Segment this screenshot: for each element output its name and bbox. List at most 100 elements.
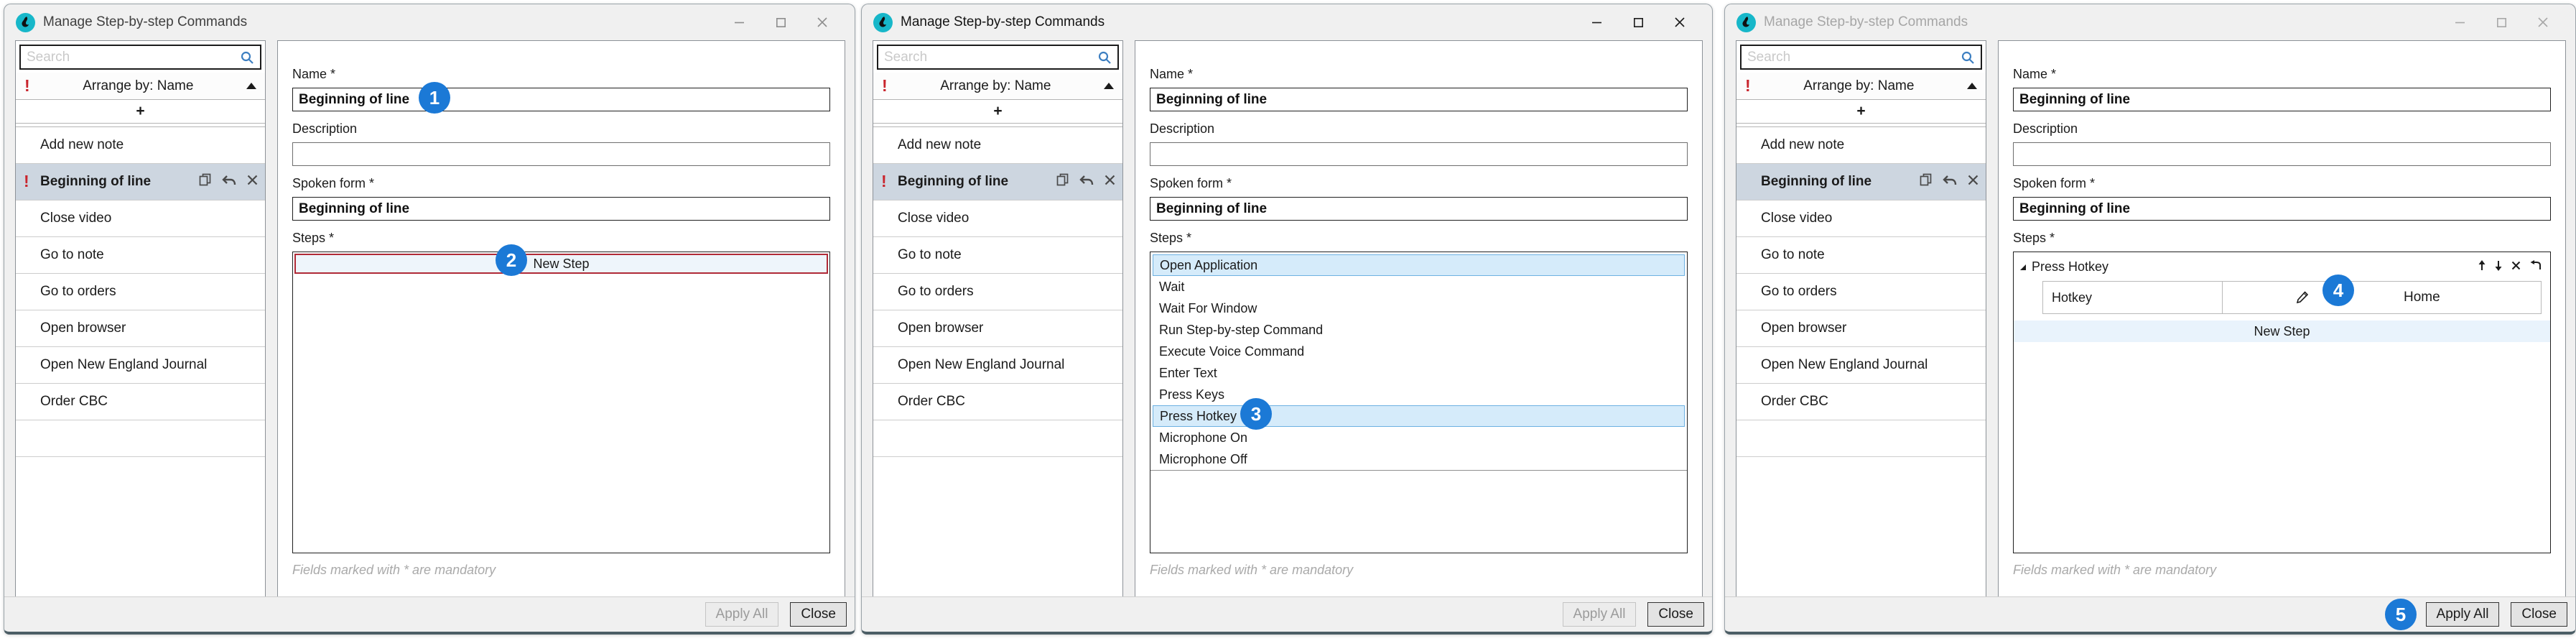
add-command-button[interactable]: + xyxy=(1736,100,1986,124)
delete-icon[interactable] xyxy=(1968,174,1979,190)
add-command-button[interactable]: + xyxy=(16,100,265,124)
name-field[interactable] xyxy=(1150,88,1688,111)
command-label: Order CBC xyxy=(898,394,1115,410)
copy-icon[interactable] xyxy=(1056,173,1069,190)
search-input[interactable] xyxy=(19,45,261,70)
close-icon[interactable] xyxy=(1659,9,1701,35)
apply-all-button[interactable]: Apply All xyxy=(2426,602,2500,627)
alert-icon: ! xyxy=(24,78,30,94)
maximize-icon[interactable] xyxy=(1617,9,1659,35)
move-up-icon[interactable] xyxy=(2478,260,2486,275)
search-input[interactable] xyxy=(1740,45,1982,70)
command-item-selected[interactable]: Beginning of line xyxy=(1736,164,1986,200)
command-item[interactable]: Go to note xyxy=(1736,237,1986,274)
command-label: Close video xyxy=(898,211,1115,226)
arrange-by-row[interactable]: ! Arrange by: Name xyxy=(16,73,265,100)
edit-pencil-icon[interactable] xyxy=(2294,290,2310,305)
spoken-form-field[interactable] xyxy=(292,197,830,221)
command-item[interactable]: Order CBC xyxy=(873,384,1122,420)
step-type-option[interactable]: Press Keys xyxy=(1153,384,1685,405)
step-type-option-press-hotkey[interactable]: Press Hotkey xyxy=(1153,405,1685,427)
maximize-icon[interactable] xyxy=(2480,9,2522,35)
command-item[interactable]: Close video xyxy=(1736,200,1986,237)
command-item[interactable]: Go to orders xyxy=(1736,274,1986,310)
window-title: Manage Step-by-step Commands xyxy=(1764,14,1968,30)
delete-icon[interactable] xyxy=(1105,174,1115,190)
step-type-option[interactable]: Execute Voice Command xyxy=(1153,341,1685,362)
name-field[interactable] xyxy=(292,88,830,111)
close-icon[interactable] xyxy=(801,9,843,35)
apply-all-button[interactable]: Apply All xyxy=(1563,602,1637,627)
command-item[interactable]: Close video xyxy=(873,200,1122,237)
command-item-selected[interactable]: ! Beginning of line xyxy=(16,164,265,200)
command-item[interactable]: Open browser xyxy=(873,310,1122,347)
description-field[interactable] xyxy=(2013,142,2551,166)
close-icon[interactable] xyxy=(2522,9,2564,35)
close-button[interactable]: Close xyxy=(1647,602,1704,627)
undo-step-icon[interactable] xyxy=(2530,260,2542,274)
minimize-icon[interactable] xyxy=(2439,9,2480,35)
expander-icon[interactable] xyxy=(2019,264,2027,271)
command-item[interactable]: Add new note xyxy=(873,127,1122,164)
minimize-icon[interactable] xyxy=(1576,9,1617,35)
close-button[interactable]: Close xyxy=(2511,602,2567,627)
command-item[interactable]: Open browser xyxy=(16,310,265,347)
arrange-by-row[interactable]: ! Arrange by: Name xyxy=(873,73,1122,100)
step-type-option[interactable]: Wait xyxy=(1153,276,1685,298)
command-item[interactable]: Open New England Journal xyxy=(1736,347,1986,384)
delete-icon[interactable] xyxy=(247,174,258,190)
step-type-option[interactable]: Run Step-by-step Command xyxy=(1153,319,1685,341)
command-item[interactable]: Close video xyxy=(16,200,265,237)
spoken-form-field[interactable] xyxy=(2013,197,2551,221)
command-item[interactable]: Order CBC xyxy=(16,384,265,420)
description-field[interactable] xyxy=(292,142,830,166)
apply-all-button[interactable]: Apply All xyxy=(705,602,779,627)
search-icon[interactable] xyxy=(1097,50,1112,68)
hotkey-field-value[interactable]: Home xyxy=(2223,282,2541,313)
command-item[interactable]: Add new note xyxy=(16,127,265,164)
search-input[interactable] xyxy=(877,45,1119,70)
apply-all-label: Apply All xyxy=(716,607,768,622)
command-item[interactable]: Order CBC xyxy=(1736,384,1986,420)
description-field[interactable] xyxy=(1150,142,1688,166)
command-item[interactable]: Go to orders xyxy=(873,274,1122,310)
copy-icon[interactable] xyxy=(1920,173,1932,190)
command-item[interactable]: Go to orders xyxy=(16,274,265,310)
step-type-option[interactable]: Enter Text xyxy=(1153,362,1685,384)
search-icon[interactable] xyxy=(1961,50,1975,68)
command-item[interactable]: Go to note xyxy=(873,237,1122,274)
search-icon[interactable] xyxy=(240,50,254,68)
list-divider xyxy=(1150,470,1687,471)
command-item[interactable]: Open New England Journal xyxy=(873,347,1122,384)
undo-icon[interactable] xyxy=(1943,174,1957,190)
name-field[interactable] xyxy=(2013,88,2551,111)
command-item[interactable]: Open browser xyxy=(1736,310,1986,347)
delete-step-icon[interactable] xyxy=(2511,261,2521,274)
undo-icon[interactable] xyxy=(1079,174,1094,190)
command-item[interactable]: Open New England Journal xyxy=(16,347,265,384)
command-label: Order CBC xyxy=(40,394,258,410)
new-step-row[interactable]: New Step xyxy=(294,254,828,274)
arrange-by-label: Arrange by: Name xyxy=(1751,78,1967,94)
copy-icon[interactable] xyxy=(199,173,211,190)
step-type-option[interactable]: Open Application xyxy=(1153,254,1685,276)
close-button[interactable]: Close xyxy=(790,602,847,627)
spoken-form-field[interactable] xyxy=(1150,197,1688,221)
command-item[interactable]: Go to note xyxy=(16,237,265,274)
commands-sidebar: ! Arrange by: Name + Add new note Beginn… xyxy=(1736,40,1986,597)
step-type-option[interactable]: Wait For Window xyxy=(1153,298,1685,319)
command-item[interactable]: Add new note xyxy=(1736,127,1986,164)
new-step-row[interactable]: New Step xyxy=(2014,320,2550,342)
maximize-icon[interactable] xyxy=(760,9,801,35)
undo-icon[interactable] xyxy=(222,174,236,190)
arrange-by-row[interactable]: ! Arrange by: Name xyxy=(1736,73,1986,100)
step-type-option[interactable]: Microphone Off xyxy=(1153,448,1685,470)
minimize-icon[interactable] xyxy=(718,9,760,35)
apply-all-label: Apply All xyxy=(2437,607,2489,622)
move-down-icon[interactable] xyxy=(2495,260,2502,275)
arrange-by-label: Arrange by: Name xyxy=(30,78,246,94)
add-command-button[interactable]: + xyxy=(873,100,1122,124)
commands-sidebar: ! Arrange by: Name + Add new note ! Begi… xyxy=(15,40,266,597)
step-type-option[interactable]: Microphone On xyxy=(1153,427,1685,448)
command-item-selected[interactable]: ! Beginning of line xyxy=(873,164,1122,200)
